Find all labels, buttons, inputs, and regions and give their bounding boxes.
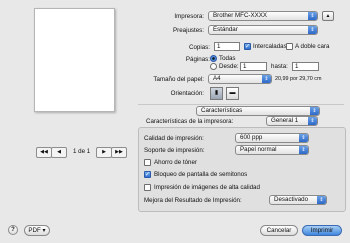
duplex-label: A doble cara xyxy=(295,43,330,50)
next-page-button[interactable]: ▶ xyxy=(96,147,112,158)
portrait-icon: ▮ xyxy=(214,90,219,96)
collated-checkbox[interactable]: ✓ xyxy=(244,43,251,50)
first-page-button[interactable]: ◀◀ xyxy=(36,147,52,158)
media-popup[interactable]: Papel normal ⇕ xyxy=(235,145,309,155)
hq-image-label: Impresión de imágenes de alta calidad xyxy=(154,184,260,191)
improve-popup[interactable]: Desactivado ⇕ xyxy=(269,195,327,205)
presets-value: Estándar xyxy=(213,26,238,33)
prev-page-button[interactable]: ◀ xyxy=(51,147,67,158)
pages-range-radio[interactable] xyxy=(210,63,217,70)
pages-from-input[interactable]: 1 xyxy=(240,62,267,71)
section-popup[interactable]: Características ⇕ xyxy=(196,106,320,116)
separator xyxy=(138,104,344,105)
paper-size-value: A4 xyxy=(213,75,221,82)
section-value: Características xyxy=(201,107,243,114)
expand-dialog-button[interactable]: ▲ xyxy=(322,11,334,21)
popup-arrow-icon: ⇕ xyxy=(262,75,271,83)
paper-size-popup[interactable]: A4 ⇕ xyxy=(208,74,272,84)
printer-value: Brother MFC-XXXX xyxy=(213,12,267,19)
presets-label: Preajustes: xyxy=(173,27,204,34)
toner-save-checkbox[interactable] xyxy=(144,159,151,166)
help-button[interactable]: ? xyxy=(8,225,18,235)
printer-popup[interactable]: Brother MFC-XXXX ⇕ xyxy=(208,11,318,21)
paper-size-label: Tamaño del papel: xyxy=(153,76,204,83)
halftone-lock-checkbox[interactable]: ✓ xyxy=(144,171,151,178)
pages-to-input[interactable]: 1 xyxy=(292,62,319,71)
pages-all-radio[interactable] xyxy=(210,55,217,62)
media-label: Soporte de impresión: xyxy=(144,147,205,154)
collated-label: Intercaladas xyxy=(253,43,287,50)
orientation-label: Orientación: xyxy=(170,90,204,97)
toner-save-label: Ahorro de tóner xyxy=(154,159,197,166)
presets-popup[interactable]: Estándar ⇕ xyxy=(208,25,318,35)
copies-input[interactable]: 1 xyxy=(214,42,240,51)
copies-label: Copias: xyxy=(189,44,210,51)
popup-arrow-icon: ⇕ xyxy=(317,196,326,204)
popup-arrow-icon: ⇕ xyxy=(308,117,317,125)
duplex-checkbox[interactable] xyxy=(286,43,293,50)
landscape-button[interactable]: ▬ xyxy=(226,87,239,100)
cancel-button[interactable]: Cancelar xyxy=(260,225,298,236)
halftone-lock-label: Bloqueo de pantalla de semitonos xyxy=(154,171,248,178)
portrait-button[interactable]: ▮ xyxy=(210,87,223,100)
last-page-button[interactable]: ▶▶ xyxy=(111,147,127,158)
media-value: Papel normal xyxy=(240,146,277,153)
hq-image-checkbox[interactable] xyxy=(144,184,151,191)
popup-arrow-icon: ⇕ xyxy=(299,146,308,154)
popup-arrow-icon: ⇕ xyxy=(308,26,317,34)
paper-dimensions: 20,99 por 29,70 cm xyxy=(275,76,322,82)
printer-label: Impresora: xyxy=(174,13,204,20)
printer-features-popup[interactable]: General 1 ⇕ xyxy=(266,116,318,126)
popup-arrow-icon: ⇕ xyxy=(310,107,319,115)
print-button[interactable]: Imprimir xyxy=(302,225,342,236)
popup-arrow-icon: ⇕ xyxy=(299,134,308,142)
pages-from-label: Desde: xyxy=(219,63,239,70)
improve-label: Mejora del Resultado de Impresión: xyxy=(144,197,242,204)
popup-arrow-icon: ⇕ xyxy=(308,12,317,20)
improve-value: Desactivado xyxy=(274,196,309,203)
pages-label: Páginas: xyxy=(185,56,210,63)
quality-popup[interactable]: 600 ppp ⇕ xyxy=(235,133,309,143)
pdf-button[interactable]: PDF ▾ xyxy=(24,225,50,236)
printer-features-value: General 1 xyxy=(271,117,299,124)
quality-value: 600 ppp xyxy=(240,134,263,141)
quality-label: Calidad de impresión: xyxy=(144,135,204,142)
pages-to-label: hasta: xyxy=(271,63,288,70)
landscape-icon: ▬ xyxy=(229,90,236,96)
page-counter: 1 de 1 xyxy=(73,148,91,155)
page-preview xyxy=(34,8,115,112)
printer-features-label: Características de la impresora: xyxy=(146,118,234,125)
